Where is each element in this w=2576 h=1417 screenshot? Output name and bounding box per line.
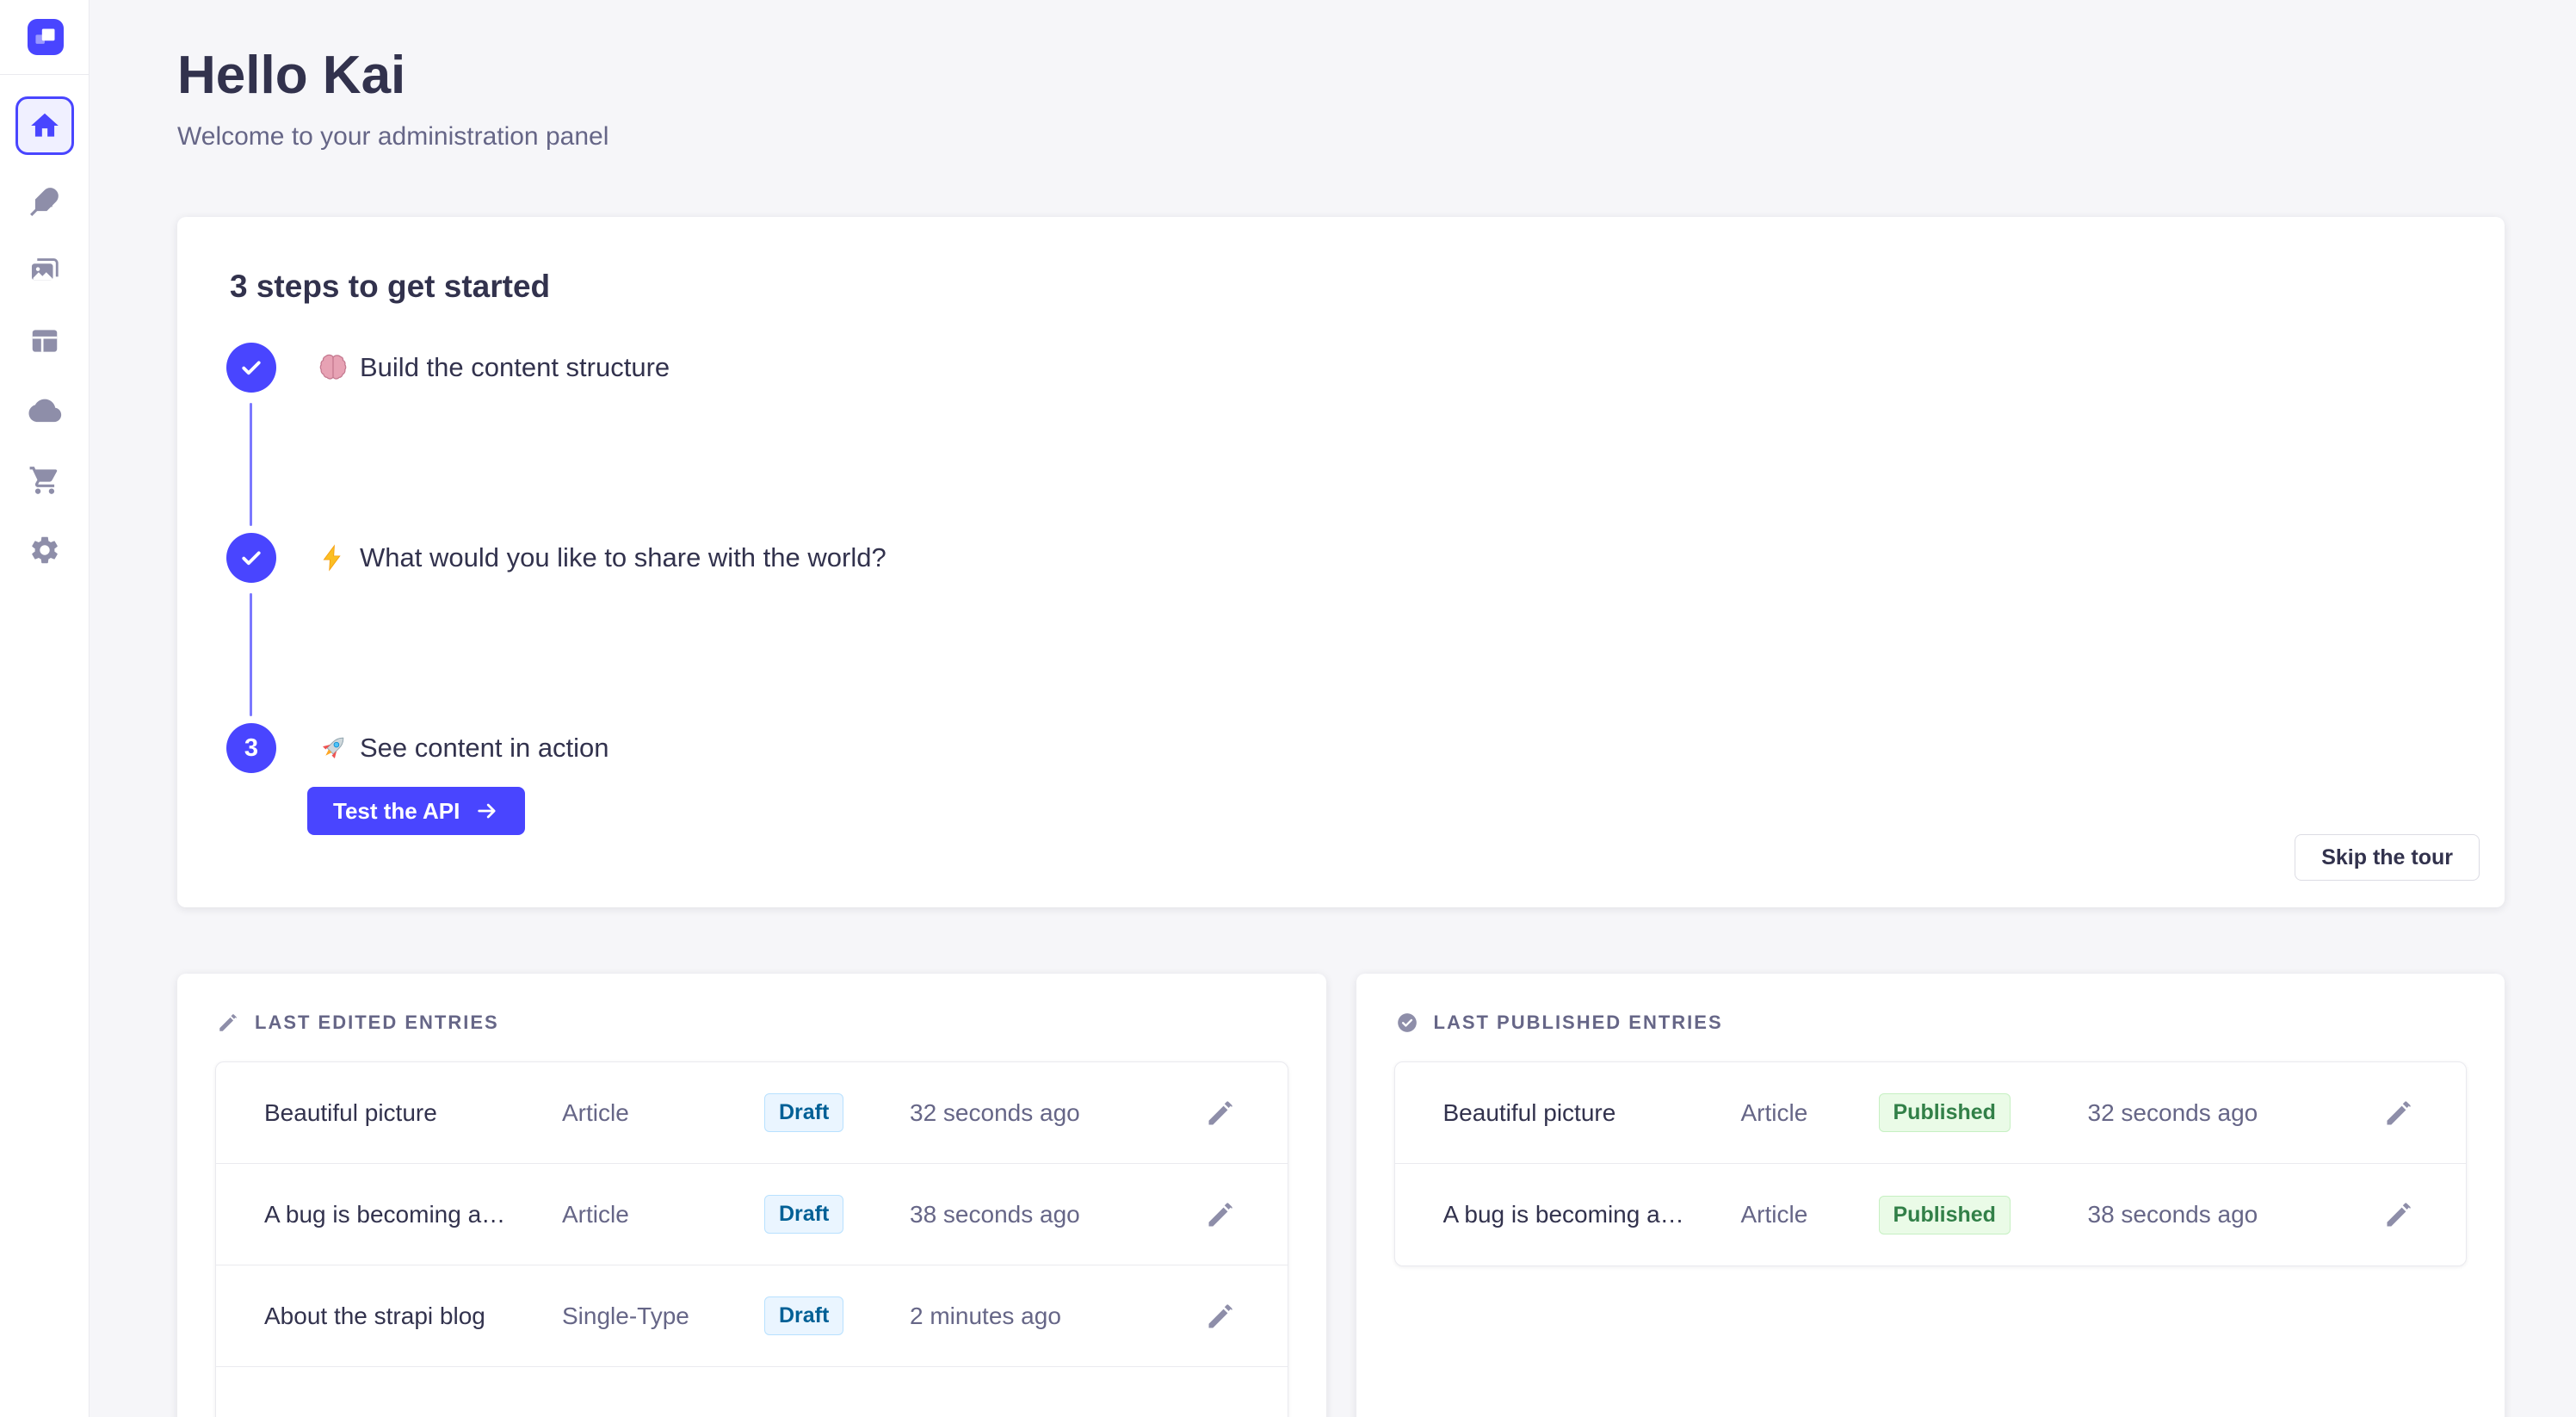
tour-step-3: 3 See content in action bbox=[226, 723, 609, 773]
media-library-icon bbox=[28, 255, 61, 288]
arrow-right-icon bbox=[475, 799, 499, 823]
entry-type: Article bbox=[1741, 1201, 1879, 1228]
last-edited-entries-table: Beautiful picture Article Draft 32 secon… bbox=[215, 1061, 1288, 1417]
table-row[interactable]: Beautiful picture Article Published 32 s… bbox=[1395, 1062, 2467, 1164]
edit-entry-button[interactable] bbox=[2376, 1098, 2414, 1129]
page-title: Hello Kai bbox=[177, 45, 405, 106]
status-badge: Published bbox=[1879, 1093, 2011, 1132]
gear-icon bbox=[28, 534, 61, 566]
step-1-done-circle bbox=[226, 343, 276, 393]
pencil-icon bbox=[1205, 1301, 1236, 1332]
entry-time: 38 seconds ago bbox=[910, 1201, 1198, 1228]
entry-title: Beautiful picture bbox=[1443, 1099, 1741, 1127]
home-icon bbox=[28, 109, 61, 142]
last-published-entries-table: Beautiful picture Article Published 32 s… bbox=[1394, 1061, 2468, 1266]
edit-entry-button[interactable] bbox=[1198, 1199, 1236, 1230]
table-row[interactable]: About the strapi blog Single-Type Draft … bbox=[216, 1265, 1288, 1367]
test-api-label: Test the API bbox=[333, 798, 460, 825]
strapi-logo-glyph bbox=[28, 19, 64, 55]
entry-time: 38 seconds ago bbox=[2088, 1201, 2377, 1228]
rocket-emoji-icon bbox=[315, 732, 351, 764]
pencil-icon bbox=[2383, 1199, 2414, 1230]
sidebar-item-media-library[interactable] bbox=[15, 248, 74, 294]
pencil-icon bbox=[1205, 1098, 1236, 1129]
dashboard-widgets: LAST EDITED ENTRIES Beautiful picture Ar… bbox=[177, 974, 2505, 1417]
lightning-emoji-icon bbox=[315, 543, 351, 572]
status-badge: Published bbox=[1879, 1196, 2011, 1234]
test-api-button[interactable]: Test the API bbox=[307, 787, 525, 835]
pencil-icon bbox=[217, 1012, 239, 1034]
edit-entry-button[interactable] bbox=[1198, 1301, 1236, 1332]
check-icon bbox=[238, 545, 264, 571]
cloud-icon bbox=[28, 393, 62, 428]
strapi-admin-homepage: Hello Kai Welcome to your administration… bbox=[0, 0, 2576, 1417]
tour-steps: Build the content structure What would y… bbox=[226, 343, 886, 835]
sidebar-item-content-manager[interactable] bbox=[15, 178, 74, 225]
entry-title: A bug is becoming a… bbox=[264, 1201, 562, 1228]
check-circle-icon bbox=[1396, 1012, 1418, 1034]
status-badge: Draft bbox=[764, 1093, 843, 1132]
tour-step-1: Build the content structure bbox=[226, 343, 670, 393]
tour-title: 3 steps to get started bbox=[230, 269, 550, 305]
entry-type: Article bbox=[1741, 1099, 1879, 1127]
step-connector bbox=[250, 403, 252, 526]
check-icon bbox=[238, 355, 264, 381]
step-connector bbox=[250, 593, 252, 716]
step-1-label: Build the content structure bbox=[360, 352, 670, 383]
widget-title: LAST PUBLISHED ENTRIES bbox=[1434, 1012, 1723, 1034]
sidebar-divider bbox=[0, 74, 89, 75]
entry-type: Single-Type bbox=[562, 1303, 764, 1330]
entry-title: A bug is becoming a… bbox=[1443, 1201, 1741, 1228]
brain-emoji-icon bbox=[315, 351, 351, 384]
sidebar-nav bbox=[0, 96, 89, 597]
status-badge: Draft bbox=[764, 1296, 843, 1335]
step-3-label: See content in action bbox=[360, 733, 609, 764]
page-subtitle: Welcome to your administration panel bbox=[177, 122, 608, 152]
skip-tour-button[interactable]: Skip the tour bbox=[2295, 834, 2480, 881]
feather-icon bbox=[28, 185, 61, 218]
pencil-icon bbox=[2383, 1098, 2414, 1129]
edit-entry-button[interactable] bbox=[2376, 1199, 2414, 1230]
main-navigation-sidebar bbox=[0, 0, 90, 1417]
entry-time: 32 seconds ago bbox=[910, 1099, 1198, 1127]
entry-type: Article bbox=[562, 1099, 764, 1127]
entry-title: About the strapi blog bbox=[264, 1303, 562, 1330]
status-badge: Draft bbox=[764, 1195, 843, 1234]
cart-icon bbox=[28, 464, 61, 497]
last-edited-entries-widget: LAST EDITED ENTRIES Beautiful picture Ar… bbox=[177, 974, 1326, 1417]
widget-title: LAST EDITED ENTRIES bbox=[255, 1012, 499, 1034]
table-row[interactable]: A bug is becoming a… Article Published 3… bbox=[1395, 1164, 2467, 1265]
sidebar-item-marketplace[interactable] bbox=[15, 457, 74, 504]
strapi-logo-icon[interactable] bbox=[28, 19, 64, 55]
entry-type: Article bbox=[562, 1201, 764, 1228]
last-published-entries-widget: LAST PUBLISHED ENTRIES Beautiful picture… bbox=[1356, 974, 2505, 1417]
step-3-number-circle: 3 bbox=[226, 723, 276, 773]
last-edited-entries-header: LAST EDITED ENTRIES bbox=[217, 1012, 1288, 1034]
entry-title: Beautiful picture bbox=[264, 1099, 562, 1127]
sidebar-item-settings[interactable] bbox=[15, 527, 74, 573]
entry-time: 2 minutes ago bbox=[910, 1303, 1198, 1330]
layout-icon bbox=[28, 325, 61, 357]
tour-step-2: What would you like to share with the wo… bbox=[226, 533, 886, 583]
entry-time: 32 seconds ago bbox=[2088, 1099, 2377, 1127]
pencil-icon bbox=[1205, 1199, 1236, 1230]
table-row[interactable]: Beautiful picture Article Draft 32 secon… bbox=[216, 1062, 1288, 1164]
last-published-entries-header: LAST PUBLISHED ENTRIES bbox=[1396, 1012, 2468, 1034]
table-row[interactable]: A bug is becoming a… Article Draft 38 se… bbox=[216, 1164, 1288, 1265]
step-2-done-circle bbox=[226, 533, 276, 583]
step-2-label: What would you like to share with the wo… bbox=[360, 542, 886, 573]
guided-tour-card: 3 steps to get started Build the content… bbox=[177, 217, 2505, 907]
edit-entry-button[interactable] bbox=[1198, 1098, 1236, 1129]
sidebar-item-content-type-builder[interactable] bbox=[15, 318, 74, 364]
sidebar-item-home[interactable] bbox=[15, 96, 74, 155]
sidebar-item-cloud[interactable] bbox=[15, 387, 74, 434]
